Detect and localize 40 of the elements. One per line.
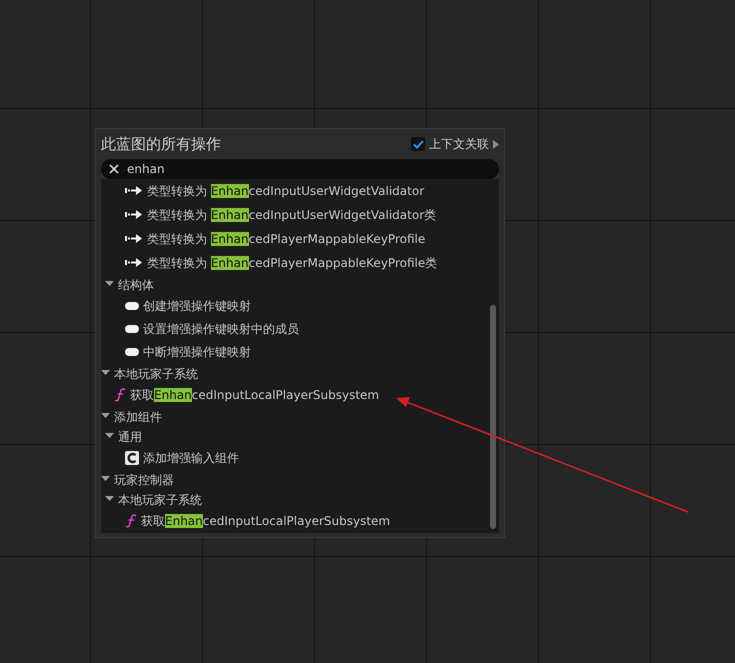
category-row[interactable]: 添加组件: [101, 406, 485, 426]
checkbox-label: 上下文关联: [429, 136, 489, 154]
action-item[interactable]: 类型转换为 EnhancedInputUserWidgetValidator: [101, 178, 485, 202]
search-bar[interactable]: enhan: [101, 158, 499, 178]
category-label: 结构体: [118, 276, 154, 294]
action-item[interactable]: 获取EnhancedInputLocalPlayerSubsystem: [101, 510, 485, 532]
action-item[interactable]: 中断增强操作键映射: [101, 340, 485, 364]
action-item[interactable]: 创建增强操作键映射: [101, 294, 485, 318]
category-row[interactable]: 通用: [101, 426, 485, 446]
action-item[interactable]: 获取EnhancedInputLocalPlayerSubsystem: [101, 384, 485, 406]
close-icon[interactable]: [109, 164, 119, 174]
struct-icon: [125, 348, 139, 356]
struct-icon: [125, 302, 139, 310]
panel-title: 此蓝图的所有操作: [101, 134, 221, 155]
cast-icon: [125, 186, 143, 195]
expand-icon[interactable]: [493, 140, 499, 149]
component-icon: [125, 451, 139, 465]
category-label: 添加组件: [114, 408, 162, 426]
category-label: 本地玩家子系统: [118, 492, 202, 508]
category-label: 玩家控制器: [114, 472, 174, 488]
category-row[interactable]: 结构体: [101, 274, 485, 294]
action-item[interactable]: 类型转换为 EnhancedPlayerMappableKeyProfile: [101, 226, 485, 250]
context-checkbox[interactable]: [411, 137, 425, 152]
function-icon: [125, 514, 137, 528]
category-row[interactable]: 本地玩家子系统: [101, 490, 485, 510]
cast-icon: [125, 258, 143, 267]
category-row[interactable]: 玩家控制器: [101, 470, 485, 490]
category-row[interactable]: 本地玩家子系统: [101, 364, 485, 384]
action-item[interactable]: 添加增强输入组件: [101, 446, 485, 470]
action-item[interactable]: 类型转换为 EnhancedPlayerMappableKeyProfile类: [101, 250, 485, 274]
function-icon: [114, 388, 126, 402]
category-label: 通用: [118, 428, 142, 446]
action-item[interactable]: 设置增强操作键映射中的成员: [101, 318, 485, 340]
scrollbar-thumb[interactable]: [490, 304, 496, 529]
struct-icon: [125, 325, 139, 333]
cast-icon: [125, 234, 143, 243]
search-field[interactable]: enhan: [127, 160, 491, 178]
action-item[interactable]: 类型转换为 EnhancedInputUserWidgetValidator类: [101, 202, 485, 226]
cast-icon: [125, 210, 143, 219]
category-label: 本地玩家子系统: [114, 366, 198, 382]
